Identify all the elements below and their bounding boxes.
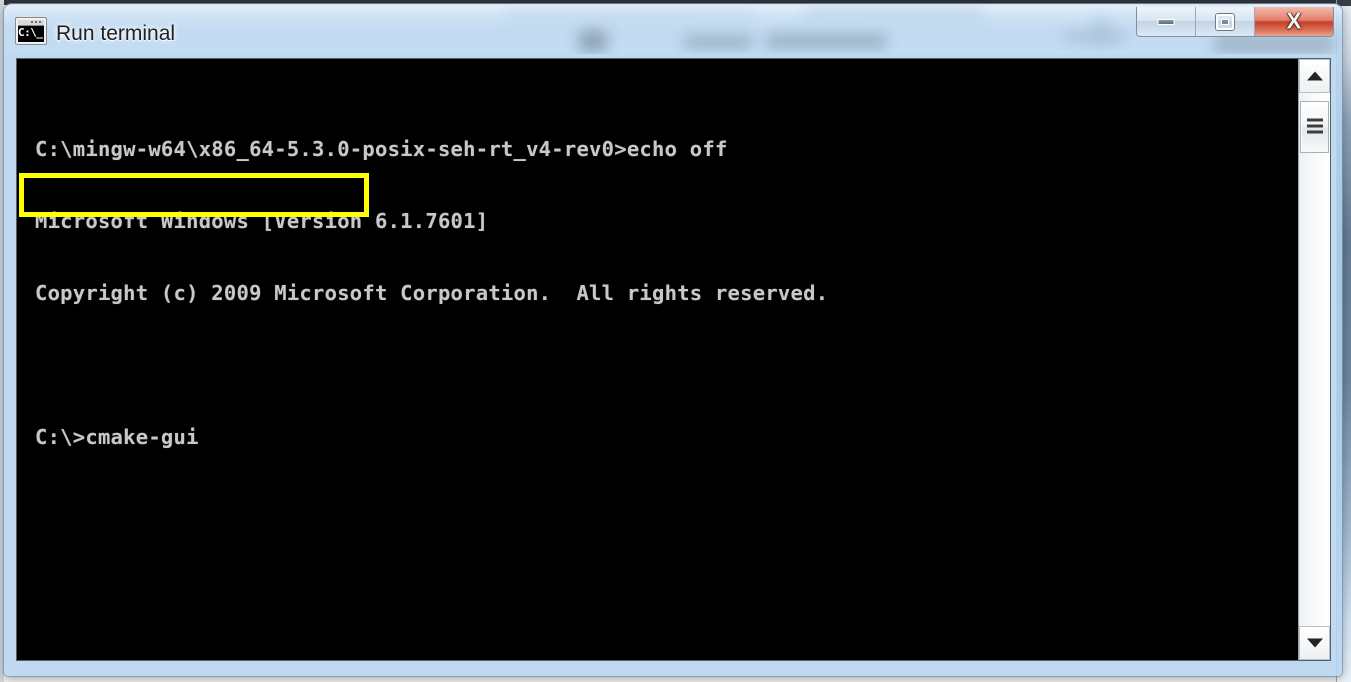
scroll-down-arrow[interactable] xyxy=(1299,626,1330,660)
maximize-button[interactable] xyxy=(1196,7,1255,36)
minimize-button[interactable] xyxy=(1137,7,1196,36)
scroll-up-arrow[interactable] xyxy=(1299,59,1330,93)
page-title: Run terminal xyxy=(56,22,176,45)
console-scrollbar[interactable] xyxy=(1298,59,1330,660)
maximize-icon xyxy=(1216,13,1234,30)
console-icon-prompt: C:\_ xyxy=(18,26,43,39)
console-client-area: C:\mingw-w64\x86_64-5.3.0-posix-seh-rt_v… xyxy=(16,58,1331,661)
grip-lines-icon xyxy=(1307,118,1323,136)
console-icon: C:\_ xyxy=(15,17,47,45)
window-controls: X xyxy=(1136,7,1334,37)
close-button[interactable]: X xyxy=(1255,7,1333,36)
title-bar[interactable]: C:\_ Run terminal X xyxy=(4,4,1342,54)
console-line: Microsoft Windows [Version 6.1.7601] xyxy=(35,209,489,233)
console-icon-dots xyxy=(31,21,43,23)
close-icon: X xyxy=(1286,8,1302,34)
console-line: C:\mingw-w64\x86_64-5.3.0-posix-seh-rt_v… xyxy=(35,137,728,161)
console-line-highlighted: C:\>cmake-gui xyxy=(35,425,199,449)
console-line: Copyright (c) 2009 Microsoft Corporation… xyxy=(35,281,829,305)
desktop-background: C:\_ Run terminal X C:\mingw-w64\x86_64-… xyxy=(0,0,1351,682)
console-text: C:\mingw-w64\x86_64-5.3.0-posix-seh-rt_v… xyxy=(35,89,828,497)
terminal-window: C:\_ Run terminal X C:\mingw-w64\x86_64-… xyxy=(4,4,1342,676)
triangle-up-icon xyxy=(1306,71,1323,81)
triangle-down-icon xyxy=(1306,638,1323,648)
minimize-icon xyxy=(1157,18,1175,25)
console-output[interactable]: C:\mingw-w64\x86_64-5.3.0-posix-seh-rt_v… xyxy=(17,59,1300,660)
scroll-thumb[interactable] xyxy=(1300,101,1329,153)
